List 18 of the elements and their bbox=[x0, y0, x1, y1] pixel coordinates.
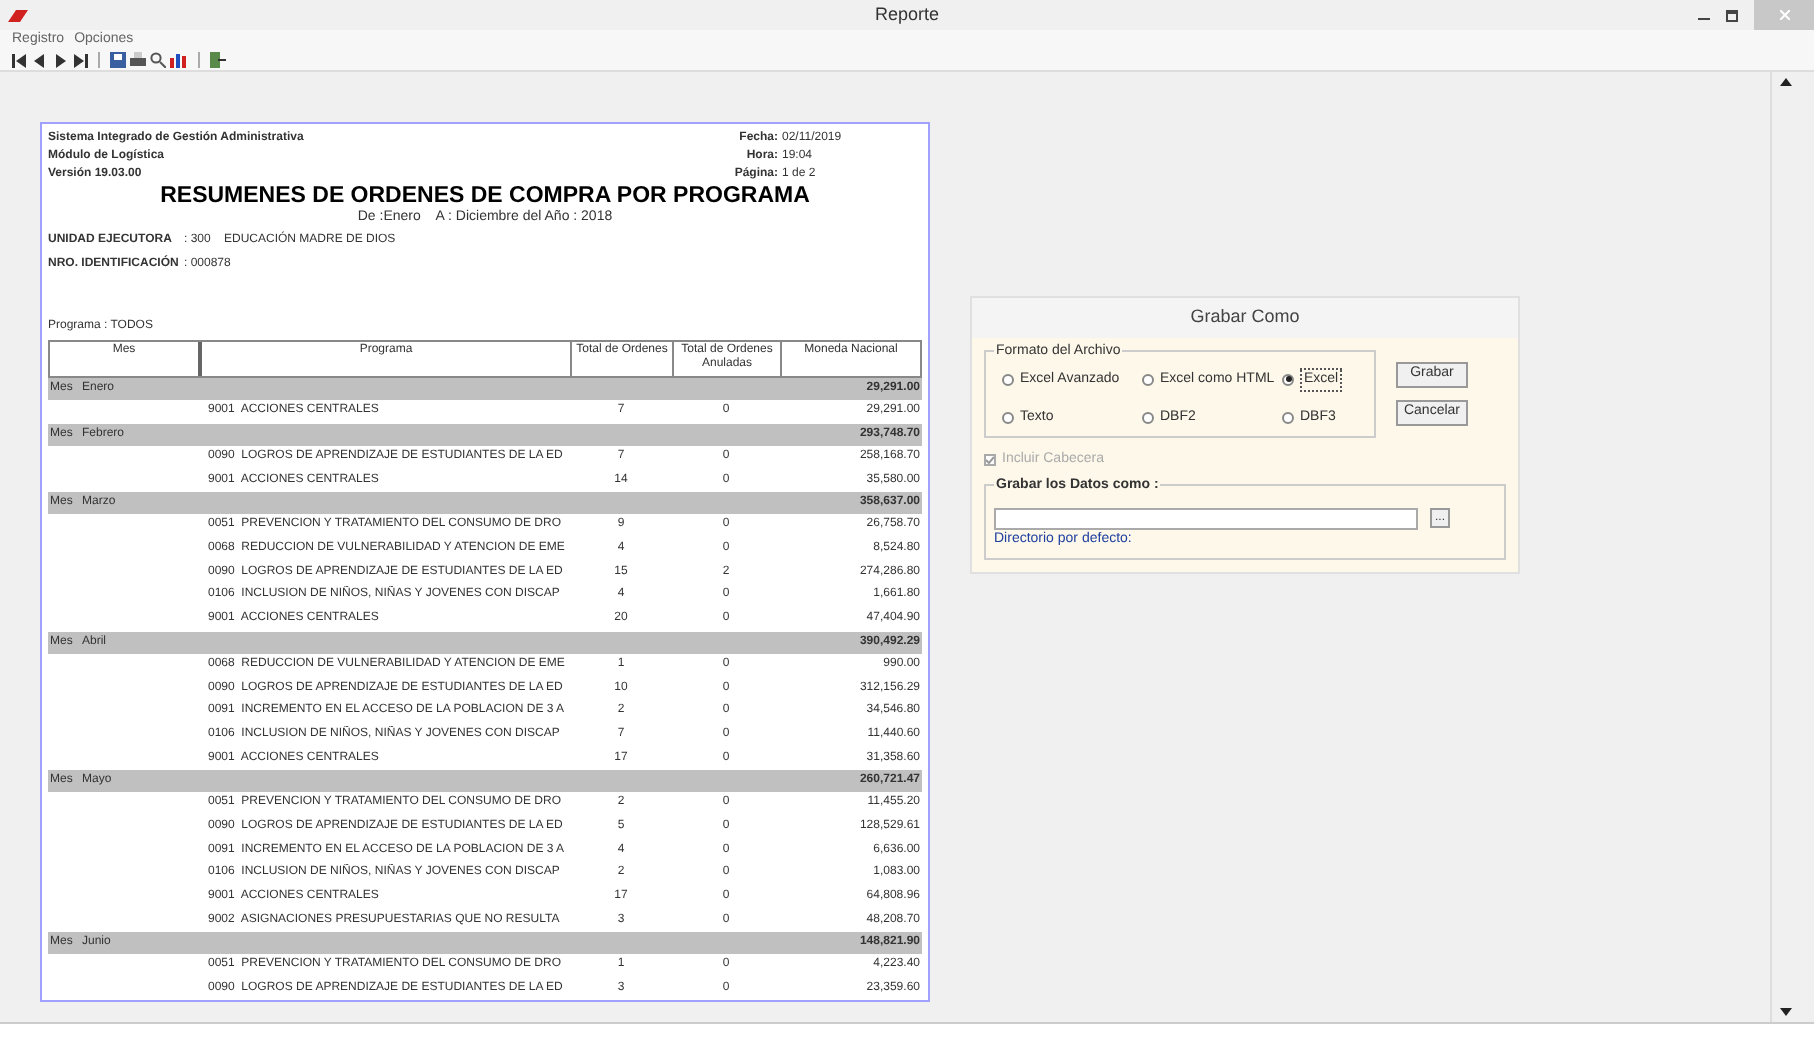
app-logo-icon bbox=[8, 9, 28, 21]
chart-icon[interactable] bbox=[170, 52, 188, 68]
file-path-field[interactable] bbox=[994, 507, 1418, 529]
dialog-title: Grabar Como bbox=[1190, 304, 1300, 331]
vertical-scrollbar[interactable] bbox=[1770, 72, 1798, 1022]
scroll-down-icon[interactable] bbox=[1779, 1008, 1791, 1016]
first-page-icon[interactable] bbox=[12, 53, 28, 67]
print-icon[interactable] bbox=[130, 52, 146, 68]
close-icon bbox=[1779, 10, 1789, 20]
zoom-icon[interactable] bbox=[150, 52, 166, 68]
window-title: Reporte bbox=[874, 1, 940, 28]
save-icon[interactable] bbox=[110, 52, 126, 68]
checkmark-icon bbox=[986, 456, 994, 465]
export-icon[interactable] bbox=[210, 52, 226, 68]
maximize-icon[interactable] bbox=[1726, 9, 1738, 21]
scroll-up-icon[interactable] bbox=[1779, 78, 1791, 86]
report-title: RESUMENES DE ORDENES DE COMPRA POR PROGRAMA bbox=[160, 184, 810, 208]
last-page-icon[interactable] bbox=[72, 53, 88, 67]
